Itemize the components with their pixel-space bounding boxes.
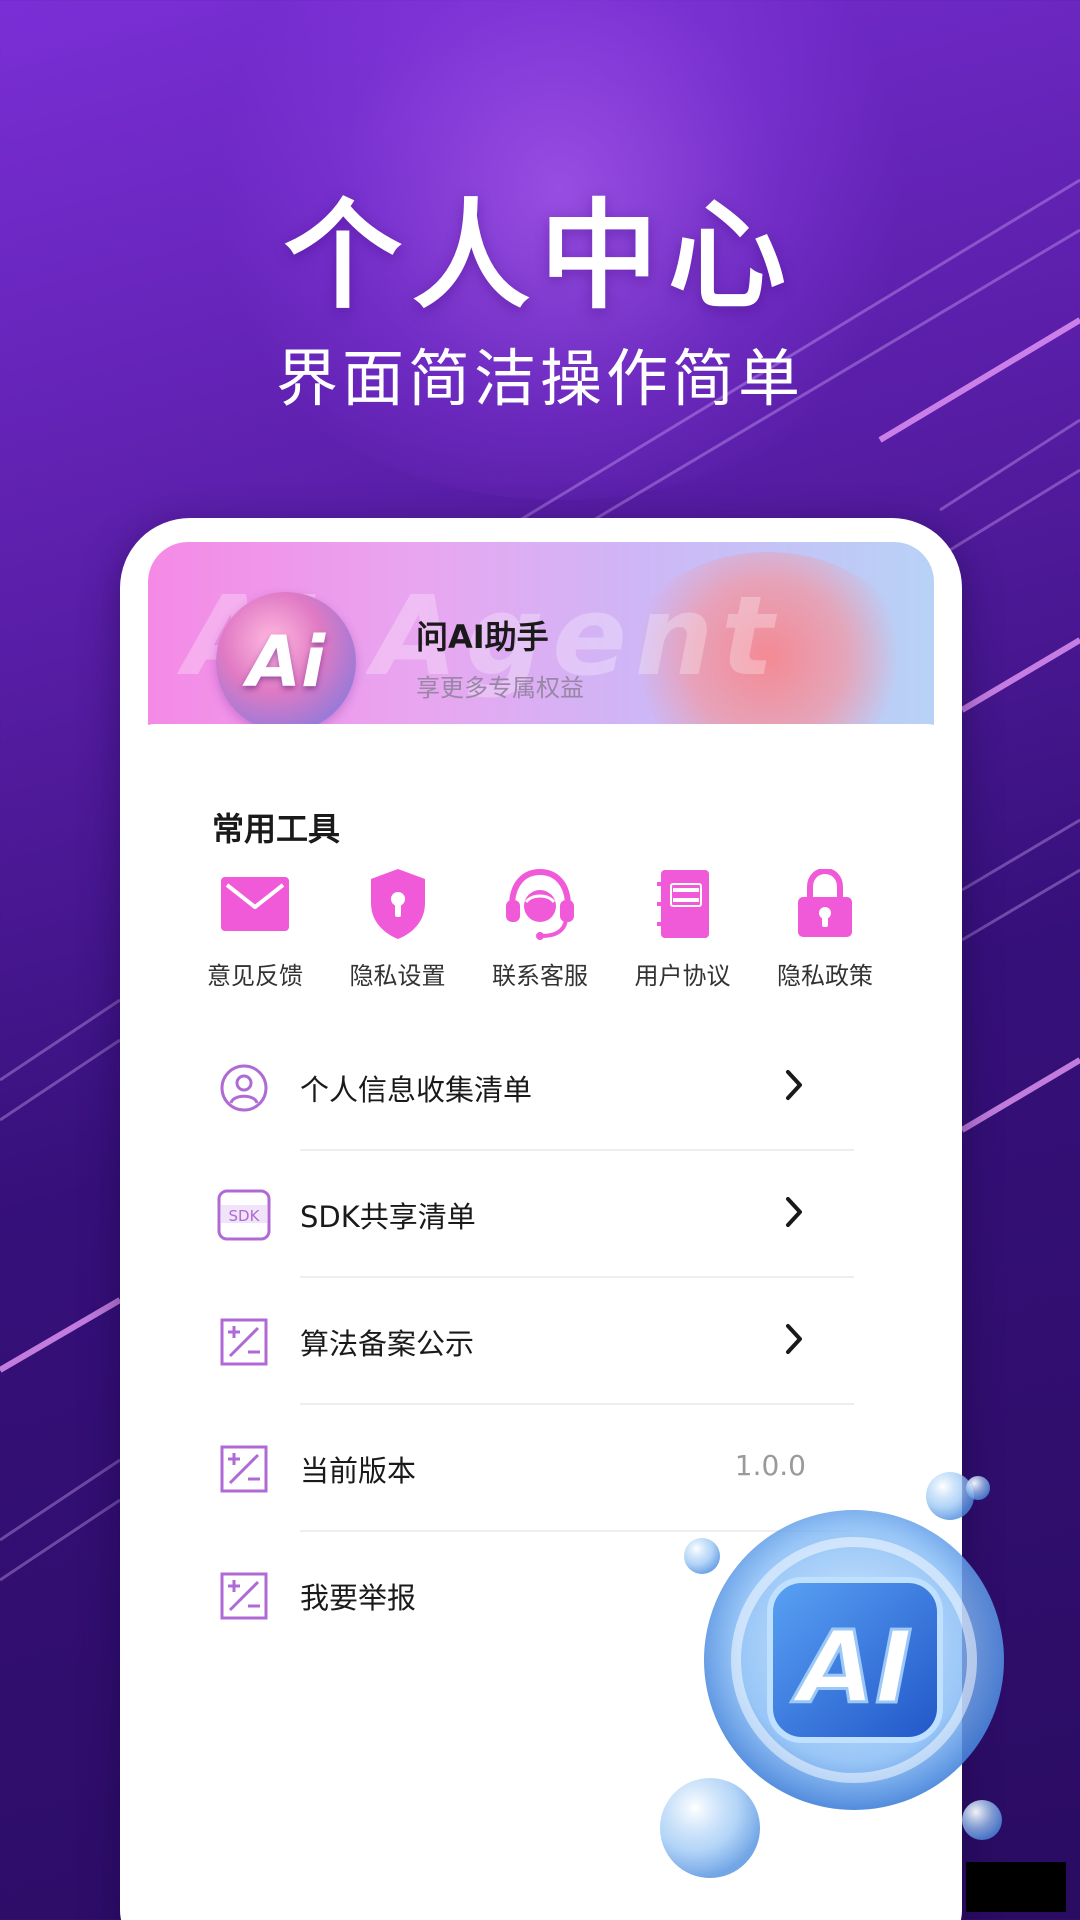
plus-minus-icon bbox=[216, 1314, 272, 1370]
headset-icon bbox=[500, 864, 580, 944]
tool-privacy-policy[interactable]: 隐私政策 bbox=[760, 864, 890, 1004]
section-title: 常用工具 bbox=[212, 810, 341, 848]
document-icon bbox=[643, 864, 723, 944]
tool-label: 联系客服 bbox=[492, 962, 588, 990]
tool-privacy-settings[interactable]: 隐私设置 bbox=[333, 864, 463, 1004]
chevron-right-icon bbox=[786, 1070, 802, 1100]
menu-item-label: 当前版本 bbox=[300, 1453, 417, 1488]
shield-icon bbox=[358, 864, 438, 944]
avatar[interactable]: Ai bbox=[216, 592, 356, 732]
tool-label: 用户协议 bbox=[634, 962, 731, 990]
chevron-right-icon bbox=[786, 1197, 802, 1227]
promo-title: 个人中心 bbox=[283, 187, 796, 325]
plus-minus-icon bbox=[216, 1568, 272, 1624]
tool-label: 意见反馈 bbox=[207, 962, 303, 990]
menu-item-label: 算法备案公示 bbox=[300, 1326, 475, 1361]
app-name: 问AI助手 bbox=[416, 618, 549, 656]
app-tagline: 享更多专属权益 bbox=[416, 674, 584, 702]
corner-block bbox=[966, 1862, 1066, 1912]
menu-item-label: 我要举报 bbox=[300, 1580, 417, 1615]
menu-item-personal-info[interactable]: 个人信息收集清单 bbox=[168, 1024, 914, 1151]
tool-customer-service[interactable]: 联系客服 bbox=[475, 864, 605, 1004]
menu-item-label: SDK共享清单 bbox=[300, 1199, 476, 1234]
tools-grid: 意见反馈 隐私设置 联系客服 用户协议 隐私政策 bbox=[190, 864, 890, 1004]
chevron-right-icon bbox=[786, 1324, 802, 1354]
ai-badge-decoration: AI bbox=[660, 1472, 1004, 1878]
menu-item-algorithm-filing[interactable]: 算法备案公示 bbox=[168, 1278, 914, 1405]
mail-icon bbox=[215, 864, 295, 944]
menu-item-sdk-list[interactable]: SDK SDK共享清单 bbox=[168, 1151, 914, 1278]
ai-badge-text: AI bbox=[791, 1609, 913, 1726]
tool-label: 隐私政策 bbox=[777, 962, 873, 990]
sdk-icon: SDK bbox=[216, 1187, 272, 1243]
lock-icon bbox=[785, 864, 865, 944]
tool-label: 隐私设置 bbox=[349, 962, 446, 990]
promo-subtitle: 界面简洁操作简单 bbox=[275, 342, 804, 415]
plus-minus-icon bbox=[216, 1441, 272, 1497]
sdk-icon-text: SDK bbox=[229, 1207, 261, 1225]
tool-feedback[interactable]: 意见反馈 bbox=[190, 864, 320, 1004]
avatar-text: Ai bbox=[246, 621, 326, 703]
tool-user-agreement[interactable]: 用户协议 bbox=[618, 864, 748, 1004]
menu-item-label: 个人信息收集清单 bbox=[300, 1072, 533, 1107]
user-circle-icon bbox=[216, 1060, 272, 1116]
